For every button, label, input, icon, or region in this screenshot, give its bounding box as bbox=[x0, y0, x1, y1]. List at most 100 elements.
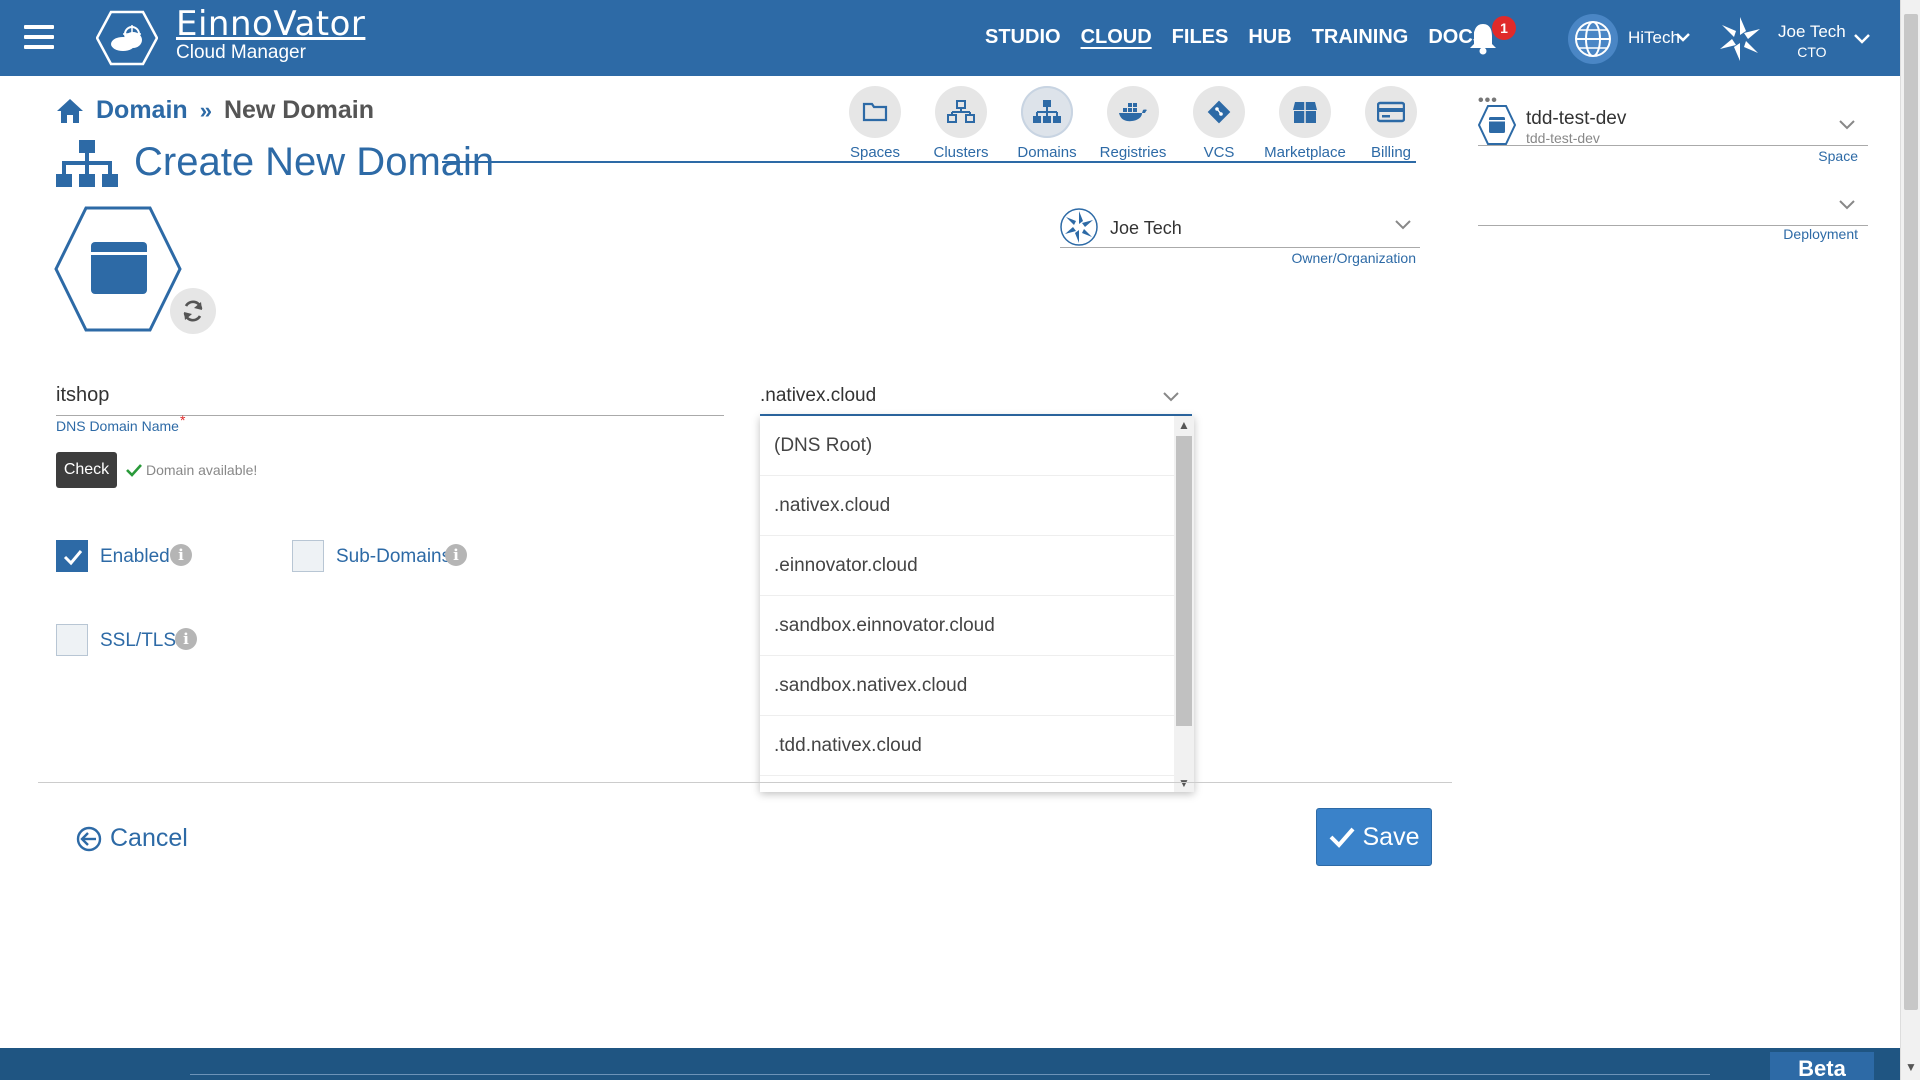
brand[interactable]: EinnoVator Cloud Manager bbox=[176, 6, 365, 64]
breadcrumb: Domain » New Domain bbox=[56, 96, 374, 125]
subdomains-checkbox[interactable] bbox=[292, 540, 324, 572]
space-select[interactable]: tdd-test-dev tdd-test-dev bbox=[1478, 104, 1868, 146]
suffix-option[interactable]: .nativex.cloud bbox=[760, 476, 1174, 536]
save-button[interactable]: Save bbox=[1316, 808, 1432, 866]
suffix-option[interactable]: (DNS Root) bbox=[760, 416, 1174, 476]
space-hex-icon bbox=[1478, 105, 1516, 145]
globe-icon[interactable] bbox=[1568, 14, 1618, 64]
suffix-option[interactable]: .einnovator.cloud bbox=[760, 536, 1174, 596]
nav-cloud[interactable]: CLOUD bbox=[1081, 26, 1152, 49]
domains-icon bbox=[1033, 100, 1061, 123]
chevron-down-icon[interactable] bbox=[1674, 28, 1692, 46]
git-icon bbox=[1207, 100, 1231, 124]
section-marketplace[interactable]: Marketplace bbox=[1262, 86, 1348, 161]
sitemap-icon bbox=[56, 140, 118, 187]
store-icon bbox=[1293, 102, 1317, 123]
section-label: Marketplace bbox=[1264, 144, 1346, 161]
section-spaces[interactable]: Spaces bbox=[832, 86, 918, 161]
domain-suffix-select[interactable]: .nativex.cloud bbox=[760, 380, 1192, 416]
section-domains[interactable]: Domains bbox=[1004, 86, 1090, 161]
owner-avatar bbox=[1060, 208, 1098, 246]
brand-name: EinnoVator bbox=[176, 4, 366, 44]
check-icon bbox=[126, 464, 142, 477]
section-billing[interactable]: Billing bbox=[1348, 86, 1434, 161]
ssl-label[interactable]: SSL/TLS bbox=[100, 630, 176, 652]
subdomains-label[interactable]: Sub-Domains bbox=[336, 546, 451, 568]
scroll-down-arrow[interactable]: ▼ bbox=[1905, 1060, 1917, 1074]
section-toolbar: Spaces Clusters Domains Registries VCS M… bbox=[832, 86, 1434, 161]
owner-label: Owner/Organization bbox=[1291, 250, 1416, 266]
info-icon[interactable]: i bbox=[445, 544, 467, 566]
ssl-checkbox[interactable] bbox=[56, 624, 88, 656]
deployment-select[interactable] bbox=[1478, 184, 1868, 226]
chevron-down-icon[interactable] bbox=[1838, 118, 1856, 132]
breadcrumb-domain[interactable]: Domain bbox=[96, 96, 188, 125]
suffix-option[interactable]: .sandbox.einnovator.cloud bbox=[760, 596, 1174, 656]
owner-name: Joe Tech bbox=[1110, 218, 1182, 238]
section-label: Domains bbox=[1017, 144, 1077, 161]
scrollbar-thumb[interactable] bbox=[1904, 14, 1918, 1010]
refresh-icon bbox=[183, 300, 203, 322]
section-vcs[interactable]: VCS bbox=[1176, 86, 1262, 161]
nav-training[interactable]: TRAINING bbox=[1312, 26, 1409, 49]
chevron-down-icon[interactable] bbox=[1838, 198, 1856, 212]
footer-bar bbox=[0, 1048, 1900, 1080]
owner-select[interactable]: Joe Tech bbox=[1060, 206, 1420, 248]
save-label: Save bbox=[1362, 822, 1420, 851]
breadcrumb-current: New Domain bbox=[223, 96, 374, 124]
dns-domain-label: DNS Domain Name bbox=[56, 418, 179, 434]
chevron-down-icon[interactable] bbox=[1394, 218, 1412, 232]
org-name[interactable]: HiTech bbox=[1628, 28, 1680, 48]
suffix-option[interactable]: .tdd.nativex.cloud bbox=[760, 716, 1174, 776]
section-label: VCS bbox=[1203, 144, 1235, 161]
cancel-label: Cancel bbox=[110, 824, 188, 852]
deployment-label: Deployment bbox=[1783, 226, 1858, 242]
scroll-up-arrow[interactable]: ▲ bbox=[1178, 418, 1190, 432]
user-menu[interactable]: Joe Tech CTO bbox=[1778, 22, 1846, 62]
info-icon[interactable]: i bbox=[170, 544, 192, 566]
suffix-dropdown: (DNS Root) .nativex.cloud .einnovator.cl… bbox=[760, 416, 1194, 792]
beta-badge[interactable]: Beta bbox=[1770, 1052, 1874, 1080]
enabled-checkbox[interactable] bbox=[56, 540, 88, 572]
home-icon[interactable] bbox=[56, 98, 84, 124]
section-label: Spaces bbox=[849, 144, 901, 161]
suffix-selected: .nativex.cloud bbox=[760, 385, 877, 406]
dns-domain-input[interactable]: itshop bbox=[56, 380, 724, 416]
user-avatar[interactable] bbox=[1714, 13, 1766, 65]
brand-subtitle: Cloud Manager bbox=[176, 42, 306, 63]
menu-icon[interactable] bbox=[24, 25, 54, 49]
page-scrollbar[interactable]: ▼ bbox=[1900, 0, 1920, 1080]
enabled-label[interactable]: Enabled bbox=[100, 546, 170, 568]
user-name: Joe Tech bbox=[1778, 22, 1846, 41]
nav-hub[interactable]: HUB bbox=[1248, 26, 1291, 49]
section-label: Clusters bbox=[933, 144, 989, 161]
check-icon bbox=[1329, 827, 1355, 848]
breadcrumb-separator: » bbox=[199, 97, 212, 123]
check-button[interactable]: Check bbox=[56, 452, 117, 488]
nav-studio[interactable]: STUDIO bbox=[985, 26, 1061, 49]
docker-icon bbox=[1119, 103, 1147, 122]
section-registries[interactable]: Registries bbox=[1090, 86, 1176, 161]
user-role: CTO bbox=[1797, 44, 1827, 60]
availability-text: Domain available! bbox=[146, 462, 258, 478]
nav-files[interactable]: FILES bbox=[1172, 26, 1229, 49]
suffix-option[interactable]: .sandbox.nativex.cloud bbox=[760, 656, 1174, 716]
scrollbar-thumb[interactable] bbox=[1176, 436, 1192, 726]
cancel-button[interactable]: Cancel bbox=[76, 824, 188, 853]
dropdown-scrollbar[interactable]: ▲ ▼ bbox=[1174, 416, 1194, 792]
space-label: Space bbox=[1818, 148, 1858, 164]
section-clusters[interactable]: Clusters bbox=[918, 86, 1004, 161]
page-title: Create New Domain bbox=[134, 140, 495, 184]
check-icon bbox=[63, 550, 83, 566]
logo-icon[interactable] bbox=[96, 10, 158, 66]
domain-hex-icon bbox=[54, 206, 182, 332]
title-underline bbox=[442, 161, 1416, 163]
section-label: Billing bbox=[1370, 144, 1412, 161]
chevron-down-icon[interactable] bbox=[1162, 390, 1180, 404]
scroll-down-arrow[interactable]: ▼ bbox=[1178, 776, 1190, 790]
chevron-down-icon[interactable] bbox=[1852, 28, 1872, 48]
top-nav: STUDIO CLOUD FILES HUB TRAINING DOCS bbox=[985, 26, 1486, 49]
refresh-button[interactable] bbox=[170, 288, 216, 334]
space-title: tdd-test-dev bbox=[1526, 108, 1627, 129]
info-icon[interactable]: i bbox=[175, 628, 197, 650]
